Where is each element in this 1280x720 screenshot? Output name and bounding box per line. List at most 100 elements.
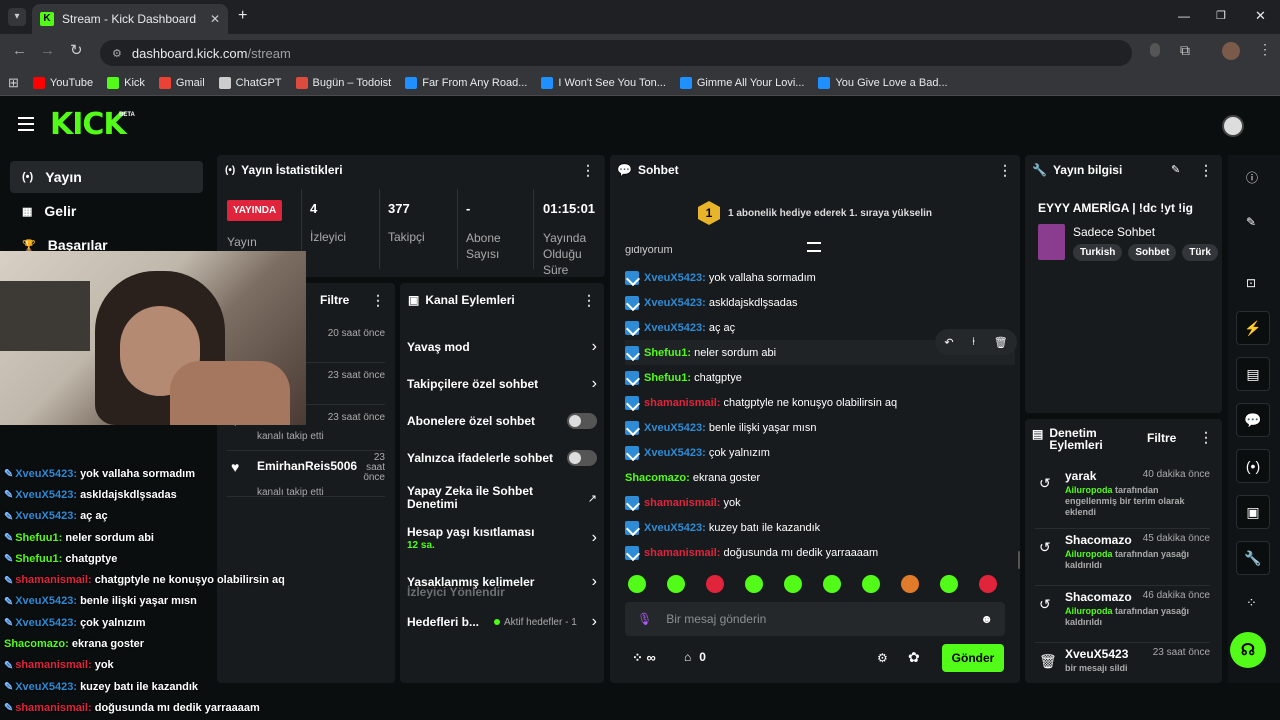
edit-icon[interactable]: ✎ [1246, 215, 1256, 229]
chat-username[interactable]: Shacomazo [625, 472, 686, 484]
chat-username[interactable]: XveuX5423 [644, 447, 702, 459]
chat-message[interactable]: Shefuu1: chatgptye [625, 365, 1015, 390]
browser-menu-icon[interactable]: ⋮ [1258, 41, 1272, 58]
chest-counter[interactable]: ⌂ 0 [684, 650, 706, 664]
emote-icon[interactable] [667, 575, 685, 593]
channel-action-item[interactable]: Yapay Zeka ile Sohbet Denetimi ↗ [407, 477, 597, 519]
edit-pencil-icon[interactable]: ✎ [1171, 163, 1180, 176]
video-rail-button[interactable]: ▣ [1236, 495, 1270, 529]
mod-target-user[interactable]: XveuX5423 [1065, 647, 1128, 661]
gift-leaderboard-banner[interactable]: 1 1 abonelik hediye ederek 1. sıraya yük… [698, 201, 932, 225]
toggle-switch[interactable] [567, 413, 597, 429]
chat-rail-button[interactable]: 💬 [1236, 403, 1270, 437]
mod-target-user[interactable]: yarak [1065, 469, 1096, 483]
browser-tab[interactable]: K Stream - Kick Dashboard ✕ [32, 4, 228, 34]
chat-message[interactable]: shamanismail: chatgptyle ne konuşyo olab… [625, 390, 1015, 415]
activity-filter-button[interactable]: Filtre [320, 293, 349, 307]
mic-icon[interactable]: 🎙 [637, 612, 652, 626]
chat-message[interactable]: Shacomazo: ekrana goster [625, 465, 1015, 490]
chat-message[interactable]: XveuX5423: yok vallaha sormadım [625, 265, 1015, 290]
channel-action-item[interactable]: Yavaş mod › [407, 329, 597, 365]
emote-icon[interactable] [628, 575, 646, 593]
bookmark-item[interactable]: Gmail [158, 76, 205, 89]
bookmark-item[interactable]: YouTube [32, 76, 93, 89]
goals-row[interactable]: Hedefleri b... Aktif hedefler - 1 › [407, 610, 597, 634]
chat-message[interactable]: XveuX5423: çok yalnızım [625, 440, 1015, 465]
channel-action-item[interactable]: Abonelere özel sohbet [407, 403, 597, 439]
chat-username[interactable]: shamanismail [644, 497, 717, 509]
mod-filter-button[interactable]: Filtre [1147, 431, 1176, 445]
trash-icon[interactable]: 🗑 [994, 336, 1008, 349]
reload-icon[interactable]: ↻ [70, 41, 83, 59]
chat-username[interactable]: shamanismail [644, 547, 717, 559]
emote-icon[interactable] [940, 575, 958, 593]
moderator-name[interactable]: Ailuropoda [1065, 606, 1113, 616]
chat-scrollbar[interactable] [1018, 551, 1020, 569]
moderator-name[interactable]: Ailuropoda [1065, 485, 1113, 495]
quick-actions-button[interactable]: ⚡ [1236, 311, 1270, 345]
mod-actions-menu-icon[interactable]: ⋮ [1199, 429, 1213, 446]
notes-button[interactable]: ▤ [1236, 357, 1270, 391]
chat-username[interactable]: Shefuu1 [644, 372, 687, 384]
reply-icon[interactable]: ↶ [944, 336, 953, 349]
stream-info-menu-icon[interactable]: ⋮ [1199, 162, 1213, 179]
extensions-icon[interactable]: ⧉ [1180, 42, 1190, 59]
channel-actions-menu-icon[interactable]: ⋮ [582, 292, 596, 309]
site-info-icon[interactable]: ⚙ [112, 47, 122, 60]
tools-rail-button[interactable]: 🔧 [1236, 541, 1270, 575]
bookmark-item[interactable]: Bugün – Todoist [295, 76, 391, 89]
back-icon[interactable]: ← [12, 42, 27, 59]
support-headset-button[interactable]: ☊ [1230, 632, 1266, 668]
mod-target-user[interactable]: Shacomazo [1065, 533, 1132, 547]
channel-action-item[interactable]: Takipçilere özel sohbet › [407, 366, 597, 402]
emote-icon[interactable] [823, 575, 841, 593]
chat-message[interactable]: shamanismail: yok [625, 490, 1015, 515]
pin-icon[interactable]: ⍿ [972, 336, 975, 349]
emote-icon[interactable] [901, 575, 919, 593]
moderator-name[interactable]: Ailuropoda [1065, 549, 1113, 559]
chat-points-infinity-icon[interactable]: ⁘ ∞ [632, 650, 656, 666]
tab-search-icon[interactable]: ▾ [8, 8, 26, 26]
chat-username[interactable]: XveuX5423 [644, 297, 702, 309]
bookmark-item[interactable]: I Won't See You Ton... [541, 76, 666, 89]
chat-message[interactable]: XveuX5423: kuzey batı ile kazandık [625, 515, 1015, 540]
chat-username[interactable]: XveuX5423 [644, 272, 702, 284]
trash-icon[interactable]: 🗑 [1039, 653, 1057, 670]
chat-input[interactable]: 🎙 Bir mesaj gönderin ☻ [625, 602, 1005, 636]
profile-avatar[interactable] [1222, 42, 1240, 60]
sidebar-item-gelir[interactable]: ▦ Gelir [10, 195, 203, 227]
new-tab-icon[interactable]: + [238, 7, 247, 25]
chat-username[interactable]: Shefuu1 [644, 347, 687, 359]
bookmark-item[interactable]: ChatGPT [218, 76, 282, 89]
chat-message[interactable]: shamanismail: doğusunda mı dedik yarraaa… [625, 540, 1015, 565]
bookmark-item[interactable]: Kick [107, 76, 145, 89]
broadcast-rail-button[interactable]: (•) [1236, 449, 1270, 483]
chat-menu-icon[interactable]: ⋮ [998, 162, 1012, 179]
close-window-icon[interactable]: ✕ [1255, 8, 1266, 24]
tab-close-icon[interactable]: ✕ [210, 12, 220, 26]
dots-cluster-icon[interactable]: ⁘ [1246, 595, 1257, 611]
activity-menu-icon[interactable]: ⋮ [371, 292, 385, 309]
user-avatar-panda[interactable] [1222, 115, 1244, 137]
undo-icon[interactable]: ↺ [1039, 596, 1051, 613]
apps-grid-icon[interactable]: ⊞ [8, 75, 19, 91]
puzzle-icon[interactable]: ✿ [908, 649, 920, 666]
stats-menu-icon[interactable]: ⋮ [581, 162, 595, 179]
address-bar[interactable]: ⚙ dashboard.kick.com/stream [100, 40, 1132, 66]
hamburger-menu-icon[interactable] [18, 117, 34, 131]
emote-icon[interactable] [784, 575, 802, 593]
chat-username[interactable]: XveuX5423 [644, 522, 702, 534]
undo-icon[interactable]: ↺ [1039, 539, 1051, 556]
chat-username[interactable]: XveuX5423 [644, 422, 702, 434]
bookmark-item[interactable]: Far From Any Road... [405, 76, 527, 89]
emote-icon[interactable] [979, 575, 997, 593]
chat-message[interactable]: XveuX5423: askldajskdlşsadas [625, 290, 1015, 315]
channel-action-item[interactable]: Yalnızca ifadelerle sohbet [407, 440, 597, 476]
chat-message[interactable]: XveuX5423: benle ilişki yaşar mısn [625, 415, 1015, 440]
chat-settings-icon[interactable]: ⚙ [877, 651, 888, 665]
chat-username[interactable]: shamanismail [644, 397, 717, 409]
mod-target-user[interactable]: Shacomazo [1065, 590, 1132, 604]
undo-icon[interactable]: ↺ [1039, 475, 1051, 492]
collapse-banner-icon[interactable] [807, 242, 821, 252]
forward-icon[interactable]: → [40, 42, 55, 59]
